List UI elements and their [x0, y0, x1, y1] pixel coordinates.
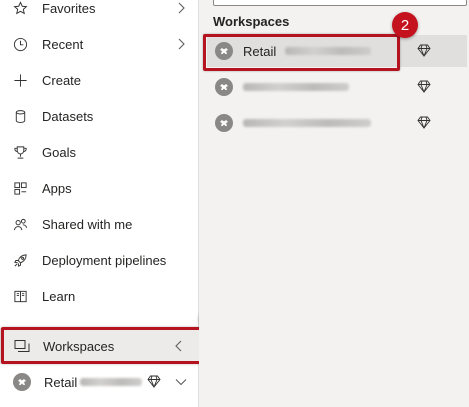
search-input[interactable]	[213, 0, 467, 6]
nav-label-create: Create	[42, 72, 82, 88]
nav-label-apps: Apps	[42, 180, 72, 196]
nav-item-create[interactable]: Create	[0, 62, 199, 98]
nav-item-apps[interactable]: Apps	[0, 170, 199, 206]
diamond-icon	[417, 44, 431, 58]
nav-label-shared-with-me: Shared with me	[42, 216, 133, 232]
redacted-text	[80, 378, 142, 386]
cylinder-icon	[12, 108, 28, 124]
workspace-row-retail[interactable]: Retail	[207, 35, 467, 67]
workspace-avatar	[215, 42, 233, 60]
nav-item-goals[interactable]: Goals	[0, 134, 199, 170]
rocket-icon	[12, 252, 28, 268]
redacted-text	[285, 47, 371, 55]
nav-label-workspaces: Workspaces	[43, 338, 115, 354]
diamond-icon	[417, 116, 431, 130]
nav-label-goals: Goals	[42, 144, 76, 160]
chevron-right-icon[interactable]	[175, 38, 187, 50]
workspace-row-3[interactable]	[207, 107, 467, 139]
redacted-text	[243, 83, 349, 91]
workspace-avatar	[13, 373, 31, 391]
nav-label-learn: Learn	[42, 288, 76, 304]
diamond-icon	[147, 375, 161, 393]
flyout-heading: Workspaces	[213, 14, 290, 29]
current-workspace-name: Retail	[44, 374, 78, 390]
plus-icon	[12, 72, 28, 88]
workspaces-flyout: Workspaces Retail 2	[199, 0, 469, 407]
diamond-icon	[417, 80, 431, 94]
nav-label-datasets: Datasets	[42, 108, 94, 124]
callout-badge-2: 2	[392, 12, 418, 38]
nav-label-favorites: Favorites	[42, 0, 96, 16]
nav-item-deployment-pipelines[interactable]: Deployment pipelines	[0, 242, 199, 278]
chevron-right-icon[interactable]	[175, 2, 187, 14]
chevron-down-icon[interactable]	[175, 376, 187, 388]
workspace-avatar	[215, 78, 233, 96]
apps-icon	[12, 180, 28, 196]
people-icon	[12, 216, 28, 232]
nav-label-recent: Recent	[42, 36, 84, 52]
nav-item-shared-with-me[interactable]: Shared with me	[0, 206, 199, 242]
nav-item-workspaces[interactable]: Workspaces	[0, 328, 199, 364]
clock-icon	[12, 36, 28, 52]
chevron-left-icon[interactable]	[173, 340, 185, 352]
book-icon	[12, 288, 28, 304]
nav-item-recent[interactable]: Recent	[0, 26, 199, 62]
workspace-name: Retail	[243, 43, 277, 59]
nav-item-current-workspace[interactable]: Retail	[0, 364, 199, 400]
nav-item-learn[interactable]: Learn	[0, 278, 199, 314]
nav-item-favorites[interactable]: Favorites	[0, 0, 199, 26]
left-nav-pane: Favorites Recent Create Datasets Goals A…	[0, 0, 225, 407]
nav-item-datasets[interactable]: Datasets	[0, 98, 199, 134]
workspace-avatar	[215, 114, 233, 132]
workspace-row-2[interactable]	[207, 71, 467, 103]
trophy-icon	[12, 144, 28, 160]
nav-label-deployment-pipelines: Deployment pipelines	[42, 252, 167, 268]
redacted-text	[243, 119, 371, 127]
workspaces-icon	[14, 338, 30, 354]
star-icon	[12, 0, 28, 16]
